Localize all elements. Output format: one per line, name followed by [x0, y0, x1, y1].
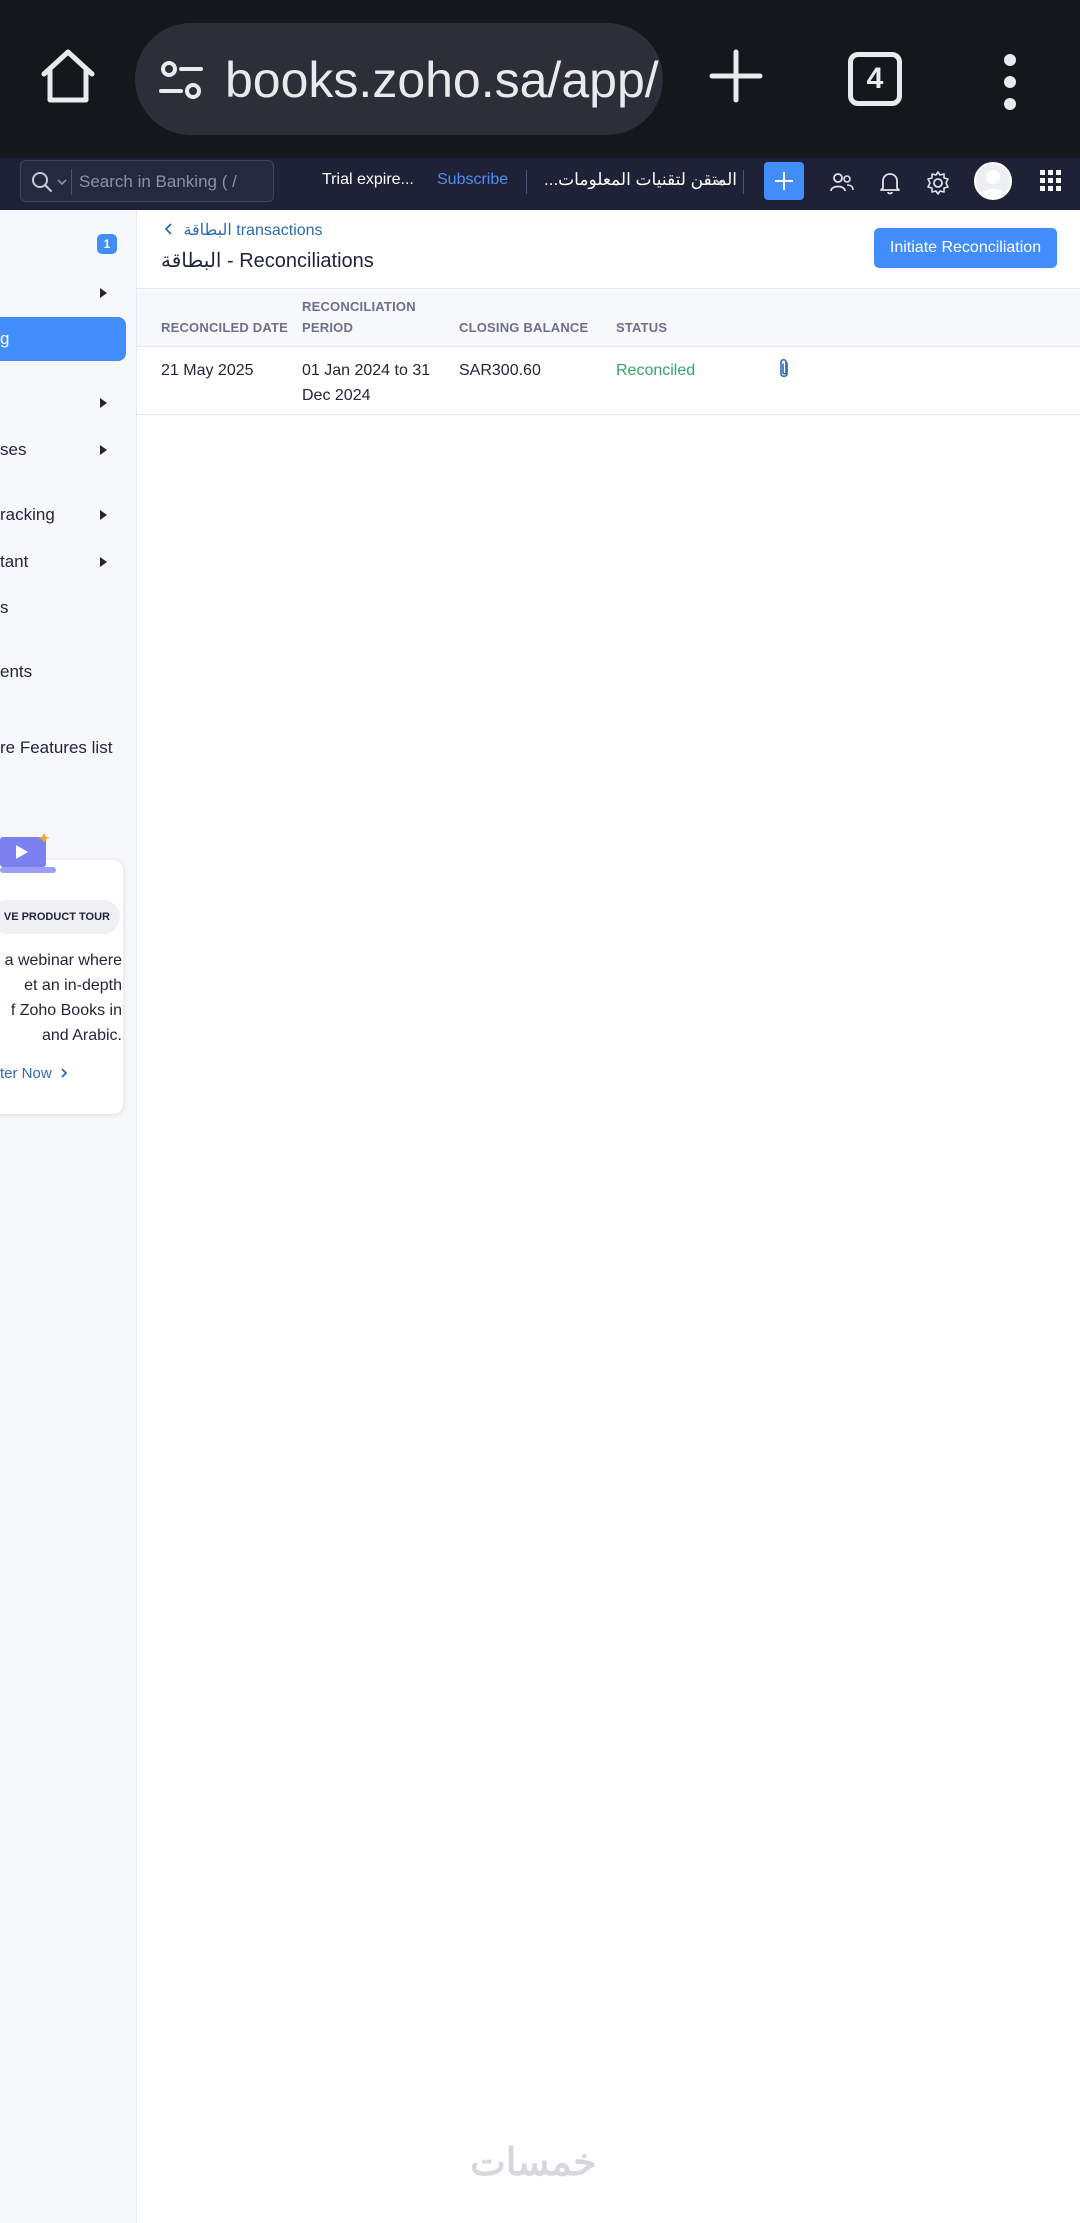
- more-vert-icon[interactable]: [990, 52, 1030, 112]
- status-badge: Reconciled: [616, 362, 696, 379]
- chevron-left-icon: [164, 223, 172, 235]
- chevron-right-icon: [61, 1068, 68, 1078]
- tab-switcher-button[interactable]: 4: [848, 52, 902, 106]
- attachment-icon[interactable]: [775, 357, 793, 381]
- bell-icon[interactable]: [877, 170, 903, 196]
- initiate-reconciliation-button[interactable]: Initiate Reconciliation: [874, 228, 1057, 268]
- sidebar: 1 g ses racking tant s ents re Features …: [0, 210, 137, 2223]
- cell-closing-balance: SAR300.60: [459, 362, 541, 379]
- table-header: RECONCILED DATE RECONCILIATION PERIOD CL…: [137, 288, 1080, 347]
- search-box[interactable]: [20, 160, 274, 202]
- sidebar-item-banking[interactable]: g: [0, 317, 126, 361]
- url-text: books.zoho.sa/app/: [225, 52, 659, 108]
- laptop-play-icon: [0, 833, 56, 873]
- header-divider: [526, 170, 527, 194]
- chevron-down-icon[interactable]: [55, 175, 69, 189]
- register-now-link[interactable]: ter Now: [0, 1065, 69, 1082]
- header-divider: [743, 170, 744, 194]
- sidebar-item-reports[interactable]: s: [0, 598, 9, 618]
- expand-arrow-icon[interactable]: [100, 398, 107, 408]
- sidebar-item-label: g: [0, 329, 10, 348]
- product-tour-label: VE PRODUCT TOUR: [0, 900, 120, 934]
- page-title: البطاقة - Reconciliations: [161, 250, 374, 272]
- column-header-status[interactable]: STATUS: [616, 317, 667, 338]
- trial-status: Trial expire...: [322, 171, 414, 188]
- expand-arrow-icon[interactable]: [100, 288, 107, 298]
- expand-arrow-icon[interactable]: [100, 557, 107, 567]
- quick-create-button[interactable]: [764, 162, 804, 200]
- sidebar-item-accountant[interactable]: tant: [0, 552, 28, 572]
- sidebar-badge: 1: [97, 234, 117, 254]
- browser-toolbar: books.zoho.sa/app/ 4: [0, 0, 1080, 158]
- users-icon[interactable]: [829, 170, 855, 196]
- home-icon[interactable]: [36, 44, 100, 108]
- user-avatar-icon: [979, 170, 1007, 198]
- cell-period: 01 Jan 2024 to 31 Dec 2024: [302, 362, 431, 404]
- column-header-closing-balance[interactable]: CLOSING BALANCE: [459, 317, 588, 338]
- add-icon: [775, 172, 793, 190]
- tune-icon[interactable]: [157, 56, 205, 104]
- app-header: Trial expire... Subscribe ...المتقن لتقن…: [0, 158, 1080, 210]
- watermark-logo: خمسات: [470, 2142, 597, 2184]
- column-header-reconciliation-period[interactable]: RECONCILIATION PERIOD: [302, 296, 422, 338]
- avatar[interactable]: [974, 162, 1012, 200]
- address-bar[interactable]: books.zoho.sa/app/: [135, 23, 663, 135]
- plus-icon[interactable]: [706, 46, 766, 106]
- tour-description: a webinar where et an in-depth f Zoho Bo…: [4, 952, 122, 1044]
- sidebar-item-documents[interactable]: ents: [0, 662, 32, 682]
- search-icon[interactable]: [31, 171, 53, 193]
- sidebar-item-features-list[interactable]: re Features list: [0, 738, 112, 758]
- gear-icon[interactable]: [925, 170, 951, 196]
- expand-arrow-icon[interactable]: [100, 445, 107, 455]
- breadcrumb[interactable]: البطاقة transactions: [163, 220, 323, 240]
- sidebar-item-time-tracking[interactable]: racking: [0, 505, 55, 525]
- chevron-down-icon[interactable]: [714, 176, 726, 188]
- expand-arrow-icon[interactable]: [100, 510, 107, 520]
- search-input[interactable]: [79, 171, 259, 193]
- search-divider: [71, 169, 72, 195]
- table-row[interactable]: 21 May 2025 01 Jan 2024 to 31 Dec 2024 S…: [137, 347, 1080, 415]
- subscribe-link[interactable]: Subscribe: [437, 171, 508, 189]
- apps-grid-icon[interactable]: [1040, 170, 1062, 192]
- cell-reconciled-date: 21 May 2025: [161, 362, 254, 379]
- organization-switcher[interactable]: ...المتقن لتقنيات المعلومات: [544, 170, 737, 190]
- column-header-reconciled-date[interactable]: RECONCILED DATE: [161, 317, 288, 338]
- main-content: البطاقة transactions البطاقة - Reconcili…: [137, 210, 1080, 2223]
- sidebar-item-purchases[interactable]: ses: [0, 440, 26, 460]
